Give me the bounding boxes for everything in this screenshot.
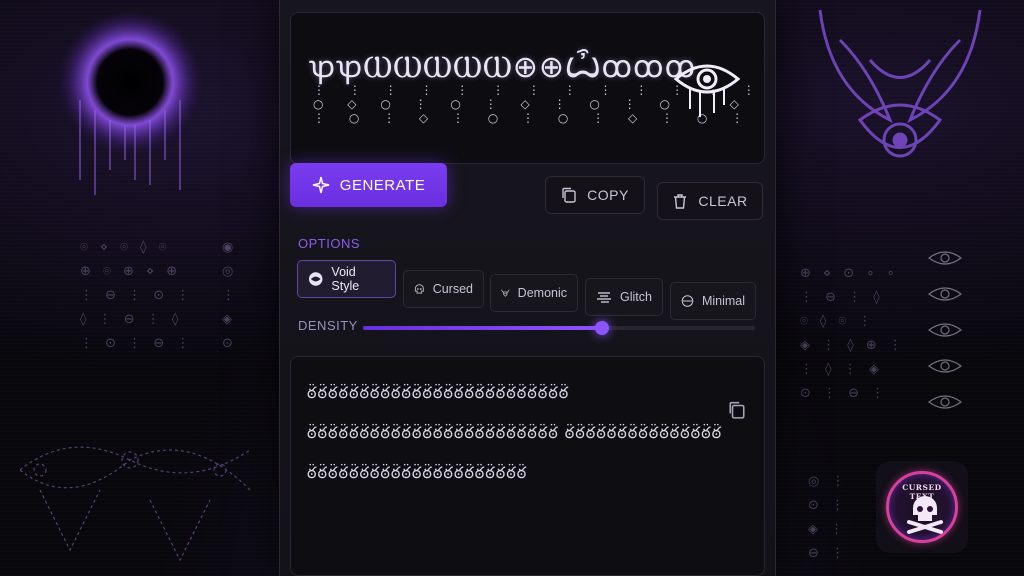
- style-cursed-button[interactable]: Cursed: [403, 270, 484, 308]
- style-minimal-button[interactable]: Minimal: [670, 282, 756, 320]
- right-glyph-column: ⊕ ⋄ ⊙ ∘ ∘ ⋮ ⊖ ⋮ ◊ ⌾ ◊ ⌾ ⋮ ◈ ⋮ ◊ ⊕ ⋮ ⋮ ◊ …: [800, 266, 906, 401]
- style-void-label: Void Style: [331, 265, 360, 293]
- options-heading: OPTIONS: [298, 236, 361, 251]
- cursed-text-badge: CURSED TEXT: [876, 461, 968, 553]
- sparkle-icon: [312, 176, 329, 194]
- void-portal-decoration: [52, 12, 208, 195]
- output-text: ఠ̈ఠ̈ఠ̈ఠ̈ఠ̈ఠ̈ఠ̈ఠ̈ఠ̈ఠ̈ఠ̈ఠ̈ఠ̈ఠ̈ఠ̈ఠ̈ఠ̈ఠ̈ఠ̈ఠ̈…: [307, 383, 723, 482]
- bull-skull-icon: [501, 289, 510, 297]
- style-minimal-label: Minimal: [701, 294, 745, 308]
- density-slider-fill: [363, 326, 603, 330]
- left-eye-column: ◉ ◎ ⋮ ◈ ⊙: [222, 240, 239, 351]
- eye-icon: [673, 64, 741, 117]
- minimal-icon: [681, 295, 694, 307]
- skull-icon: [414, 284, 424, 294]
- style-void-button[interactable]: Void Style: [297, 260, 396, 298]
- style-cursed-label: Cursed: [432, 282, 473, 296]
- badge-circle: CURSED TEXT: [886, 471, 958, 543]
- style-glitch-button[interactable]: Glitch: [585, 278, 663, 316]
- generate-label: GENERATE: [339, 176, 426, 194]
- trash-icon: [674, 194, 687, 209]
- density-label: DENSITY: [298, 318, 358, 333]
- preview-text: ꝕꝕⲰⲰⲰⲰⲰ⊕⊕Ѽꝏꝏꝏ: [309, 50, 697, 85]
- output-panel[interactable]: ఠ̈ఠ̈ఠ̈ఠ̈ఠ̈ఠ̈ఠ̈ఠ̈ఠ̈ఠ̈ఠ̈ఠ̈ఠ̈ఠ̈ఠ̈ఠ̈ఠ̈ఠ̈ఠ̈ఠ̈…: [290, 356, 765, 576]
- right-eyes-column: [927, 251, 963, 409]
- style-glitch-label: Glitch: [620, 290, 652, 304]
- copy-output-icon[interactable]: [728, 401, 746, 419]
- style-demonic-button[interactable]: Demonic: [490, 274, 578, 312]
- clear-label: CLEAR: [698, 193, 748, 209]
- copy-label: COPY: [587, 187, 629, 203]
- bottom-right-glyph-column: ◎ ⋮ ⊙ ⋮ ◈ ⋮ ⊖ ⋮: [808, 474, 849, 561]
- style-demonic-label: Demonic: [517, 286, 567, 300]
- void-icon: [308, 272, 323, 286]
- copy-button[interactable]: COPY: [545, 176, 645, 214]
- skull-crossbones-icon: [907, 496, 943, 534]
- generator-window: ▬ ✕ ꝕꝕⲰⲰⲰⲰⲰ⊕⊕Ѽꝏꝏꝏ ⋮ ⋮ ⋮ ⋮ ⋮ ⋮ ⋮ ⋮ ⋮ ⋮ ⋮ …: [279, 0, 776, 576]
- preview-panel: ꝕꝕⲰⲰⲰⲰⲰ⊕⊕Ѽꝏꝏꝏ ⋮ ⋮ ⋮ ⋮ ⋮ ⋮ ⋮ ⋮ ⋮ ⋮ ⋮ ⋮ ⋮ …: [290, 12, 765, 164]
- demon-sigil-decoration: [818, 9, 982, 158]
- glitch-icon: [597, 292, 611, 303]
- copy-icon: [562, 187, 576, 203]
- occult-diagram-decoration: [19, 446, 251, 562]
- clear-button[interactable]: CLEAR: [657, 182, 763, 220]
- density-slider-thumb[interactable]: [595, 321, 610, 335]
- density-slider[interactable]: [363, 321, 755, 335]
- generate-button[interactable]: GENERATE: [290, 163, 447, 207]
- left-glyph-column: ⌾ ⋄ ⌾ ◊ ⌾ ⊕ ⌾ ⊕ ⋄ ⊕ ⋮ ⊖ ⋮ ⊙ ⋮ ◊ ⋮ ⊖ ⋮ ◊ …: [80, 240, 194, 351]
